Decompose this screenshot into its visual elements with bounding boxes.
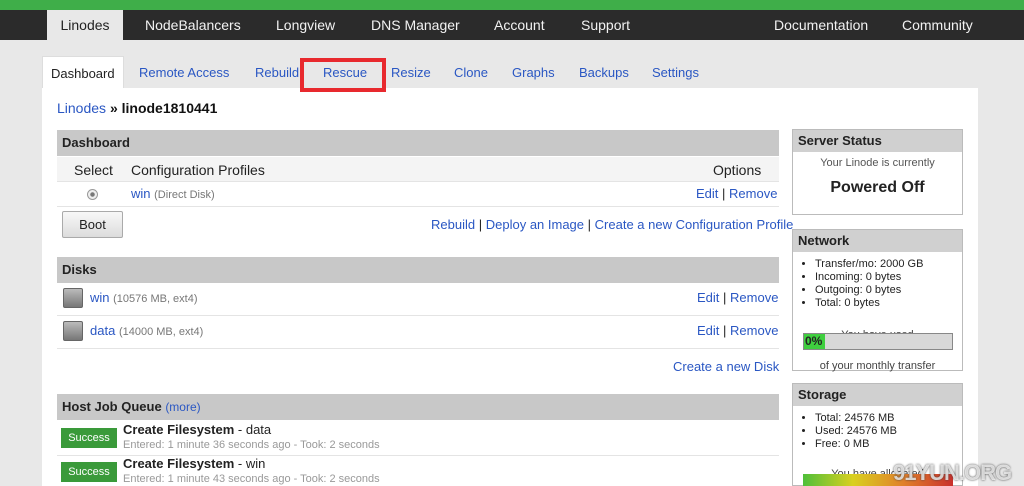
storage-stat: Total: 24576 MB xyxy=(815,412,962,425)
top-accent-bar xyxy=(0,0,1024,10)
job-item: Create Filesystem - win Entered: 1 minut… xyxy=(123,457,380,486)
tab-clone[interactable]: Clone xyxy=(454,56,488,88)
disk-win-options: Edit | Remove xyxy=(697,290,778,305)
storage-stat: Free: 0 MB xyxy=(815,438,962,451)
disk-data-link[interactable]: data xyxy=(90,323,115,338)
disk-data-remove-link[interactable]: Remove xyxy=(730,323,778,338)
tab-dashboard[interactable]: Dashboard xyxy=(42,56,124,88)
boot-button[interactable]: Boot xyxy=(62,211,123,238)
separator: | xyxy=(478,217,483,232)
separator: | xyxy=(587,217,592,232)
status-badge: Success xyxy=(61,462,117,482)
job-subtext: Entered: 1 minute 36 seconds ago - Took:… xyxy=(123,439,380,451)
job-queue-header: Host Job Queue (more) xyxy=(57,394,779,420)
transfer-percent: 0% xyxy=(805,334,823,348)
storage-stats-list: Total: 24576 MB Used: 24576 MB Free: 0 M… xyxy=(793,412,962,451)
storage-stat: Used: 24576 MB xyxy=(815,425,962,438)
nav-nodebalancers[interactable]: NodeBalancers xyxy=(145,10,241,40)
breadcrumb: Linodes » linode1810441 xyxy=(57,100,217,116)
disk-data-edit-link[interactable]: Edit xyxy=(697,323,719,338)
rebuild-link[interactable]: Rebuild xyxy=(431,217,475,232)
transfer-progress-bar: 0% xyxy=(803,333,953,350)
tab-settings[interactable]: Settings xyxy=(652,56,699,88)
top-nav: Linodes NodeBalancers Longview DNS Manag… xyxy=(0,10,1024,40)
network-stat: Outgoing: 0 bytes xyxy=(815,284,962,297)
disk-win-cell: win (10576 MB, ext4) xyxy=(90,290,198,305)
tab-remote-access[interactable]: Remote Access xyxy=(139,56,229,88)
disk-win-meta: (10576 MB, ext4) xyxy=(113,293,198,305)
separator: | xyxy=(723,290,727,305)
col-options: Options xyxy=(713,162,762,178)
disk-icon xyxy=(63,321,83,341)
dashboard-header: Dashboard xyxy=(57,130,779,156)
storage-title: Storage xyxy=(793,384,962,406)
nav-linodes[interactable]: Linodes xyxy=(47,10,123,40)
status-badge: Success xyxy=(61,428,117,448)
job-title: Create Filesystem xyxy=(123,422,235,437)
network-title: Network xyxy=(793,230,962,252)
network-stat: Transfer/mo: 2000 GB xyxy=(815,258,962,271)
server-status-line: Your Linode is currently xyxy=(820,157,935,169)
profile-options: Edit | Remove xyxy=(696,186,777,201)
job-queue-more-link[interactable]: (more) xyxy=(165,400,200,414)
disk-data-cell: data (14000 MB, ext4) xyxy=(90,323,203,338)
nav-longview[interactable]: Longview xyxy=(276,10,335,40)
disk-data-options: Edit | Remove xyxy=(697,323,778,338)
server-power-state: Powered Off xyxy=(830,179,925,196)
watermark: 91YUN.ORG xyxy=(893,460,1012,485)
disks-header: Disks xyxy=(57,257,779,283)
disk-win-link[interactable]: win xyxy=(90,290,110,305)
col-select: Select xyxy=(74,162,113,178)
server-status-title: Server Status xyxy=(793,130,962,152)
network-transfer-label: of your monthly transfer xyxy=(819,360,936,372)
col-config-profiles: Configuration Profiles xyxy=(131,162,265,178)
separator: | xyxy=(722,186,726,201)
nav-support[interactable]: Support xyxy=(581,10,630,40)
profile-cell: win (Direct Disk) xyxy=(131,186,215,201)
disk-icon xyxy=(63,288,83,308)
disk-win-edit-link[interactable]: Edit xyxy=(697,290,719,305)
dashboard-actions: Rebuild | Deploy an Image | Create a new… xyxy=(431,217,793,232)
tab-rebuild[interactable]: Rebuild xyxy=(255,56,299,88)
breadcrumb-linodes[interactable]: Linodes xyxy=(57,100,106,116)
profile-radio[interactable] xyxy=(87,189,98,200)
create-config-profile-link[interactable]: Create a new Configuration Profile xyxy=(595,217,794,232)
network-stats-list: Transfer/mo: 2000 GB Incoming: 0 bytes O… xyxy=(793,258,962,310)
breadcrumb-current: linode1810441 xyxy=(121,100,218,116)
job-suffix: - win xyxy=(234,456,266,471)
job-suffix: - data xyxy=(234,422,272,437)
network-stat: Incoming: 0 bytes xyxy=(815,271,962,284)
tab-graphs[interactable]: Graphs xyxy=(512,56,555,88)
profile-note: (Direct Disk) xyxy=(154,189,215,201)
nav-account[interactable]: Account xyxy=(494,10,545,40)
profile-name-link[interactable]: win xyxy=(131,186,151,201)
deploy-image-link[interactable]: Deploy an Image xyxy=(486,217,584,232)
separator: | xyxy=(723,323,727,338)
disk-win-remove-link[interactable]: Remove xyxy=(730,290,778,305)
job-title: Create Filesystem xyxy=(123,456,235,471)
tab-backups[interactable]: Backups xyxy=(579,56,629,88)
nav-documentation[interactable]: Documentation xyxy=(774,10,868,40)
disk-data-meta: (14000 MB, ext4) xyxy=(118,326,204,338)
profile-remove-link[interactable]: Remove xyxy=(729,186,777,201)
nav-community[interactable]: Community xyxy=(902,10,973,40)
profile-edit-link[interactable]: Edit xyxy=(696,186,718,201)
breadcrumb-separator: » xyxy=(109,100,118,116)
network-stat: Total: 0 bytes xyxy=(815,297,962,310)
nav-dns-manager[interactable]: DNS Manager xyxy=(371,10,460,40)
create-disk-link[interactable]: Create a new Disk xyxy=(673,359,779,374)
rescue-highlight-box xyxy=(300,58,386,92)
server-status-box: Server Status Your Linode is currently P… xyxy=(792,129,963,215)
tab-resize[interactable]: Resize xyxy=(391,56,431,88)
job-subtext: Entered: 1 minute 43 seconds ago - Took:… xyxy=(123,473,380,485)
job-item: Create Filesystem - data Entered: 1 minu… xyxy=(123,423,380,452)
job-queue-title: Host Job Queue xyxy=(62,399,162,414)
linode-tabs: Dashboard Remote Access Rebuild Rescue R… xyxy=(0,56,1024,88)
